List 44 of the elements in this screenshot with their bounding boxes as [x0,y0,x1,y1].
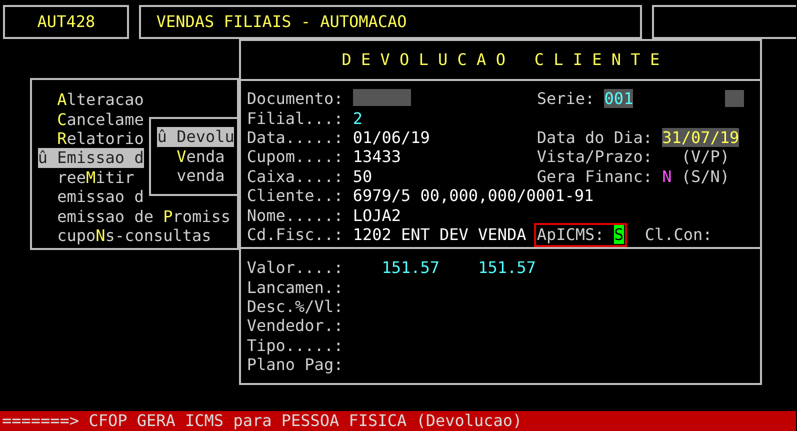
field-label: Tipo.....: [246,336,344,356]
menu-item[interactable]: cupoNs-consultas [57,226,212,246]
field-value: 13433 [352,147,401,167]
field-label: Cl.Con: [644,224,714,245]
menu-item[interactable]: emissao de P romiss [57,206,231,226]
field-value: 2 [352,108,362,128]
menu-item[interactable]: û Devolu [157,127,234,147]
field-label: Serie: 001 [536,88,634,109]
field-label: Cupom....: [246,147,344,167]
field-label: Data do Dia: 31/07/19 [536,128,740,148]
menu-item[interactable]: venda [176,166,225,186]
field-label: Gera Financ: N (S/N) [536,166,731,186]
field-label: Nome.....: [246,206,344,225]
menu-item[interactable]: Alteracao [57,90,144,110]
menu-item[interactable]: û Emissao d [38,148,144,168]
field-value: LOJA2 [352,206,401,225]
field-value: 1202 ENT DEV VENDA [352,224,526,244]
field-label: Data.....: [246,128,344,148]
field-label: Documento: [246,89,344,109]
field-label: Cd.Fisc..: [246,224,344,244]
field-value: 01/06/19 [352,128,430,148]
field-label: Plano Pag: [246,355,344,375]
field-label: Valor....: [246,258,344,278]
field-label: Caixa....: [246,166,344,186]
field-value: 6979/5 00,000,000/0001-91 [352,186,594,206]
field-label: Vendedor.: [246,316,344,336]
field-value: 50 [352,166,372,186]
program-code: AUT428 [37,12,96,32]
menu-item[interactable]: Venda [176,146,225,166]
menu-item[interactable]: Relatorio [57,129,144,148]
program-title: VENDAS FILIAIS - AUTOMACAO [156,12,407,32]
field-label: Lancamen.: [246,278,344,297]
flagged-field: ApICMS: S [536,224,625,245]
field-label: Filial...: [246,108,344,128]
menu-item[interactable]: emissao d [57,187,144,207]
menu-item[interactable]: Cancelame [57,110,144,130]
field-label: Cliente..: [246,186,344,206]
status-bar: =======> CFOP GERA ICMS para PESSOA FISICA (Devolucao) [0,411,796,431]
dialog-title: D E V O L U C A O C L I E N T E [342,50,660,70]
field-value: 151.57 [382,258,440,278]
field-label: Vista/Prazo: (V/P) [536,147,731,168]
field-value: 151.57 [478,258,536,278]
field-label: Desc.%/Vl: [246,296,344,316]
menu-item[interactable]: reeMitir [57,168,134,188]
